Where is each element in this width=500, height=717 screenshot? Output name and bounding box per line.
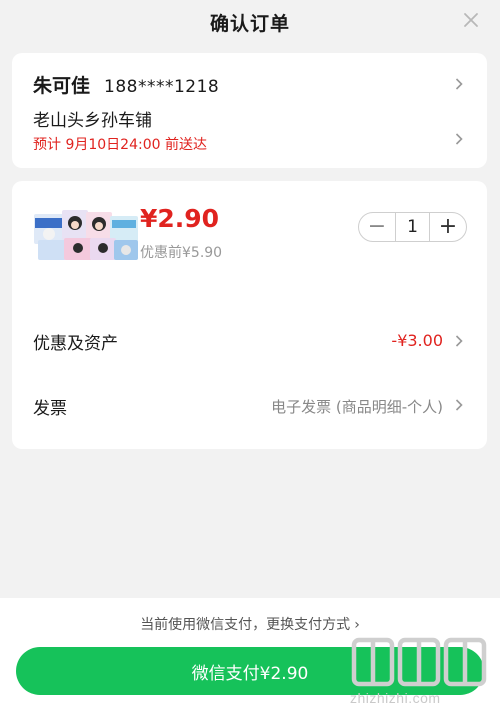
watermark-text: zhizhizhi.com bbox=[350, 690, 441, 706]
chevron-right-icon[interactable] bbox=[453, 78, 465, 90]
page-title: 确认订单 bbox=[209, 12, 290, 35]
decrease-button[interactable]: − bbox=[359, 213, 395, 241]
quantity-stepper: − 1 + bbox=[358, 212, 467, 242]
product-card: ¥2.90 优惠前¥5.90 − 1 + 优惠及资产 -¥3.00 发票 电子发… bbox=[12, 181, 487, 449]
product-thumbnail[interactable] bbox=[32, 206, 142, 264]
chevron-right-icon[interactable] bbox=[453, 335, 465, 347]
discount-value[interactable]: -¥3.00 bbox=[391, 331, 443, 350]
invoice-value[interactable]: 电子发票 (商品明细-个人) bbox=[271, 396, 443, 417]
invoice-label[interactable]: 发票 bbox=[33, 394, 67, 419]
payment-method-text[interactable]: 当前使用微信支付，更换支付方式 bbox=[140, 617, 350, 633]
chevron-right-icon[interactable]: › bbox=[354, 617, 360, 633]
address-line: 老山头乡孙车铺 bbox=[33, 111, 152, 131]
original-price: 优惠前¥5.90 bbox=[140, 245, 223, 261]
close-icon[interactable] bbox=[460, 9, 482, 31]
address-contact: 朱可佳 188****1218 bbox=[33, 71, 219, 98]
change-payment-method-link[interactable]: 当前使用微信支付，更换支付方式 › bbox=[0, 614, 500, 634]
recipient-phone: 188****1218 bbox=[104, 77, 220, 97]
header: 确认订单 bbox=[0, 0, 500, 44]
chevron-right-icon[interactable] bbox=[453, 133, 465, 145]
chevron-right-icon[interactable] bbox=[453, 399, 465, 411]
discount-label[interactable]: 优惠及资产 bbox=[33, 329, 118, 354]
address-card[interactable]: 朱可佳 188****1218 老山头乡孙车铺 预计 9月10日24:00 前送… bbox=[12, 53, 487, 168]
increase-button[interactable]: + bbox=[430, 213, 466, 241]
quantity-value[interactable]: 1 bbox=[395, 213, 430, 241]
recipient-name: 朱可佳 bbox=[33, 75, 91, 97]
product-price: ¥2.90 bbox=[140, 204, 220, 233]
delivery-eta: 预计 9月10日24:00 前送达 bbox=[33, 137, 207, 153]
